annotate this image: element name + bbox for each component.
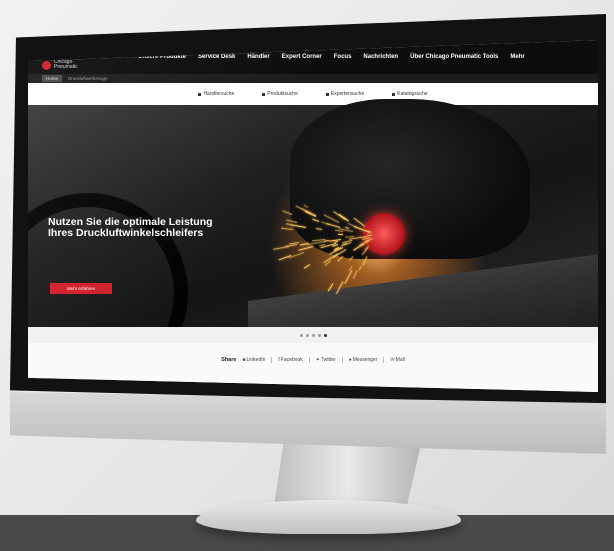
divider	[383, 357, 385, 363]
carousel-dot[interactable]	[311, 333, 315, 337]
breadcrumb-current: Druckluftwerkzeuge	[68, 76, 108, 81]
subnav-item-haendlersuche[interactable]: Händlersuche	[198, 91, 234, 97]
monitor: Chicago Pneumatic Unsere Produkte Servic…	[0, 0, 614, 551]
logo-text: Chicago Pneumatic	[54, 59, 78, 70]
facebook-icon: f	[278, 357, 280, 363]
divider	[341, 357, 343, 363]
share-item-label: Mail	[395, 357, 405, 363]
subnav-label: Produktsuche	[267, 91, 298, 97]
breadcrumb-home[interactable]: Home	[42, 75, 63, 82]
carousel-dot[interactable]	[323, 333, 327, 337]
mail-icon: ✉	[390, 357, 395, 363]
square-bullet-icon	[392, 92, 396, 96]
nav-item-expert-corner[interactable]: Expert Corner	[282, 54, 322, 60]
spark-streak	[336, 256, 344, 262]
hero-worker-image	[290, 99, 530, 259]
logo-mark-icon	[42, 60, 51, 70]
square-bullet-icon	[325, 92, 329, 96]
carousel-dot[interactable]	[317, 333, 321, 337]
spark-streak	[303, 263, 310, 269]
nav-item-haendler[interactable]: Händler	[247, 54, 269, 60]
spark-streak	[299, 242, 309, 246]
subnav-item-produktsuche[interactable]: Produktsuche	[262, 91, 298, 97]
share-item-label: Facebook	[280, 357, 303, 363]
sub-navigation: Händlersuche Produktsuche Expertensuche …	[28, 83, 598, 105]
hero-worktable	[248, 253, 598, 333]
spark-streak	[288, 251, 305, 258]
hero-cta-button[interactable]: Mehr erfahren	[50, 283, 112, 294]
breadcrumb: Home Druckluftwerkzeuge	[28, 74, 598, 83]
share-item-label: Twitter	[320, 357, 336, 363]
share-facebook[interactable]: f Facebook	[278, 357, 302, 363]
spark-streak	[272, 245, 289, 250]
subnav-label: Katalogsuche	[397, 91, 428, 97]
spark-streak	[298, 246, 314, 251]
share-label: Share	[221, 357, 237, 363]
messenger-icon: ●	[348, 357, 352, 363]
nav-item-ueber[interactable]: Über Chicago Pneumatic Tools	[410, 54, 498, 60]
linkedin-icon: ■	[242, 357, 246, 363]
nav-item-focus[interactable]: Focus	[334, 54, 352, 60]
hero-headline: Nutzen Sie die optimale Leistung Ihres D…	[48, 216, 213, 239]
hero-banner: Nutzen Sie die optimale Leistung Ihres D…	[28, 99, 598, 392]
divider	[271, 357, 273, 363]
main-nav: Unsere Produkte Service Desk Händler Exp…	[138, 54, 525, 60]
spark-streak	[353, 270, 358, 280]
share-twitter[interactable]: ✦ Twitter	[316, 357, 336, 363]
share-linkedin[interactable]: ■ LinkedIn	[242, 357, 265, 363]
square-bullet-icon	[262, 92, 266, 96]
subnav-label: Expertensuche	[330, 91, 365, 97]
carousel-dot[interactable]	[299, 333, 303, 337]
subnav-label: Händlersuche	[203, 91, 235, 97]
spark-streak	[280, 227, 293, 230]
twitter-icon: ✦	[315, 357, 320, 363]
monitor-screen: Chicago Pneumatic Unsere Produkte Servic…	[28, 40, 598, 392]
spark-streak	[344, 269, 353, 284]
nav-item-mehr[interactable]: Mehr	[510, 54, 524, 60]
share-item-label: Messenger	[352, 357, 378, 363]
spark-streak	[366, 234, 372, 236]
carousel-dots	[28, 327, 598, 343]
brand-logo[interactable]: Chicago Pneumatic	[42, 60, 80, 70]
share-mail[interactable]: ✉ Mail	[390, 357, 404, 363]
nav-item-nachrichten[interactable]: Nachrichten	[363, 54, 398, 60]
divider	[308, 357, 310, 363]
subnav-item-katalogsuche[interactable]: Katalogsuche	[392, 91, 428, 97]
share-messenger[interactable]: ● Messenger	[349, 357, 378, 363]
nav-item-service-desk[interactable]: Service Desk	[198, 54, 235, 60]
spark-streak	[358, 266, 362, 271]
carousel-dot[interactable]	[305, 333, 309, 337]
subnav-item-expertensuche[interactable]: Expertensuche	[325, 91, 365, 97]
square-bullet-icon	[198, 92, 202, 96]
share-item-label: LinkedIn	[246, 357, 266, 363]
